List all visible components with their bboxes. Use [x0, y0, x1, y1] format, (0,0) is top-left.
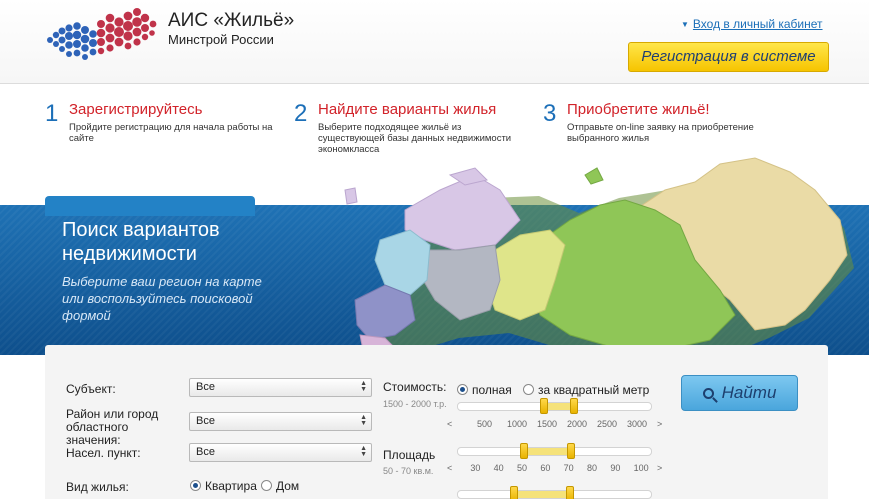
banner-title: Поиск вариантов недвижимости	[62, 219, 220, 265]
housing-option-apartment-label: Квартира	[205, 479, 257, 493]
brand-title: АИС «Жильё»	[168, 10, 295, 31]
radio-checked-icon[interactable]	[190, 480, 201, 491]
cost-slider-max-handle[interactable]	[570, 398, 578, 414]
stepper-arrows-icon: ▲ ▼	[360, 414, 367, 427]
area-tick-label: 80	[587, 463, 598, 473]
step-description: Отправьте on-line заявку на приобретение…	[567, 122, 754, 144]
area-slider[interactable]	[457, 443, 652, 459]
subject-select[interactable]: Все ▲ ▼	[189, 378, 372, 397]
cost-tick-label: 2000	[567, 419, 588, 429]
housing-option-apartment[interactable]: Квартира	[190, 479, 257, 493]
area-label: Площадь	[383, 448, 436, 462]
floor-slider-max-handle[interactable]	[566, 486, 574, 499]
floor-slider-min-handle[interactable]	[510, 486, 518, 499]
cost-tick-label: 2500	[597, 419, 618, 429]
cost-slider-ticks: <500 1000 1500 2000 2500 3000 >	[447, 419, 663, 431]
area-slider-ticks: <30 40 50 60 70 80 90 100 >	[447, 463, 663, 475]
cabinet-link[interactable]: ▼ Вход в личный кабинет	[681, 17, 823, 31]
subject-label: Субъект:	[66, 382, 116, 396]
cost-tick-label: 1500	[537, 419, 558, 429]
housing-option-house-label: Дом	[276, 479, 300, 493]
area-tick-label: 30	[470, 463, 481, 473]
cost-slider[interactable]	[457, 398, 652, 414]
search-icon	[702, 388, 714, 399]
find-button[interactable]: Найти	[681, 375, 798, 411]
area-tick-label: 60	[540, 463, 551, 473]
step-title: Приобретите жильё!	[567, 101, 710, 118]
brand-subtitle: Минстрой России	[168, 32, 274, 47]
locality-label: Насел. пункт:	[66, 446, 141, 460]
find-button-label: Найти	[721, 383, 777, 402]
register-button[interactable]: Регистрация в системе	[628, 42, 829, 72]
map-region-central[interactable]	[374, 229, 431, 296]
district-select-value: Все	[196, 415, 215, 427]
cost-tick-label: 500	[477, 419, 493, 429]
housing-option-house[interactable]: Дом	[261, 479, 299, 493]
housing-type-label: Вид жилья:	[66, 480, 129, 494]
floor-slider[interactable]	[457, 486, 652, 499]
district-select[interactable]: Все ▲ ▼	[189, 412, 372, 431]
area-tick-label: 70	[563, 463, 574, 473]
subject-select-value: Все	[196, 381, 215, 393]
step-description: Пройдите регистрацию для начала работы н…	[69, 122, 273, 144]
logo	[47, 8, 157, 60]
step-title: Зарегистрируйтесь	[69, 101, 203, 118]
stepper-arrows-icon: ▲ ▼	[360, 380, 367, 393]
radio-unchecked-icon[interactable]	[523, 384, 534, 395]
step-number: 3	[543, 100, 557, 127]
cost-tick-label: 3000	[627, 419, 648, 429]
cost-tick-label: 1000	[507, 419, 528, 429]
cost-option-full[interactable]: полная	[457, 383, 512, 397]
district-label: Район или город областного значения:	[66, 407, 159, 447]
locality-select-value: Все	[196, 446, 215, 458]
area-slider-min-handle[interactable]	[520, 443, 528, 459]
cost-label: Стоимость:	[383, 380, 447, 394]
caret-down-icon: ▼	[681, 20, 689, 29]
cost-slider-min-handle[interactable]	[540, 398, 548, 414]
radio-unchecked-icon[interactable]	[261, 480, 272, 491]
step-title: Найдите варианты жилья	[318, 101, 497, 118]
stepper-arrows-icon: ▲ ▼	[360, 445, 367, 458]
cabinet-link-label[interactable]: Вход в личный кабинет	[693, 17, 823, 31]
banner-subtitle: Выберите ваш регион на карте или восполь…	[62, 274, 262, 323]
step-number: 1	[45, 100, 59, 127]
area-slider-max-handle[interactable]	[566, 443, 575, 459]
step-number: 2	[294, 100, 308, 127]
locality-select[interactable]: Все ▲ ▼	[189, 443, 372, 462]
area-range-hint: 50 - 70 кв.м.	[383, 466, 434, 476]
area-tick-label: 40	[493, 463, 504, 473]
cost-range-hint: 1500 - 2000 т.р.	[383, 399, 447, 409]
area-slider-fill	[524, 448, 571, 455]
area-tick-label: 50	[517, 463, 528, 473]
cost-tick-label: <	[447, 419, 453, 429]
area-tick-label: >	[657, 463, 663, 473]
banner-tab	[45, 196, 255, 216]
area-tick-label: <	[447, 463, 453, 473]
russia-region-map[interactable]	[335, 150, 869, 365]
floor-slider-fill	[516, 491, 570, 498]
cost-option-full-label: полная	[472, 383, 512, 397]
cost-option-per-meter[interactable]: за квадратный метр	[523, 383, 649, 397]
cost-option-per-meter-label: за квадратный метр	[538, 383, 650, 397]
radio-checked-icon[interactable]	[457, 384, 468, 395]
cost-tick-label: >	[657, 419, 663, 429]
area-tick-label: 90	[610, 463, 621, 473]
area-tick-label: 100	[633, 463, 649, 473]
